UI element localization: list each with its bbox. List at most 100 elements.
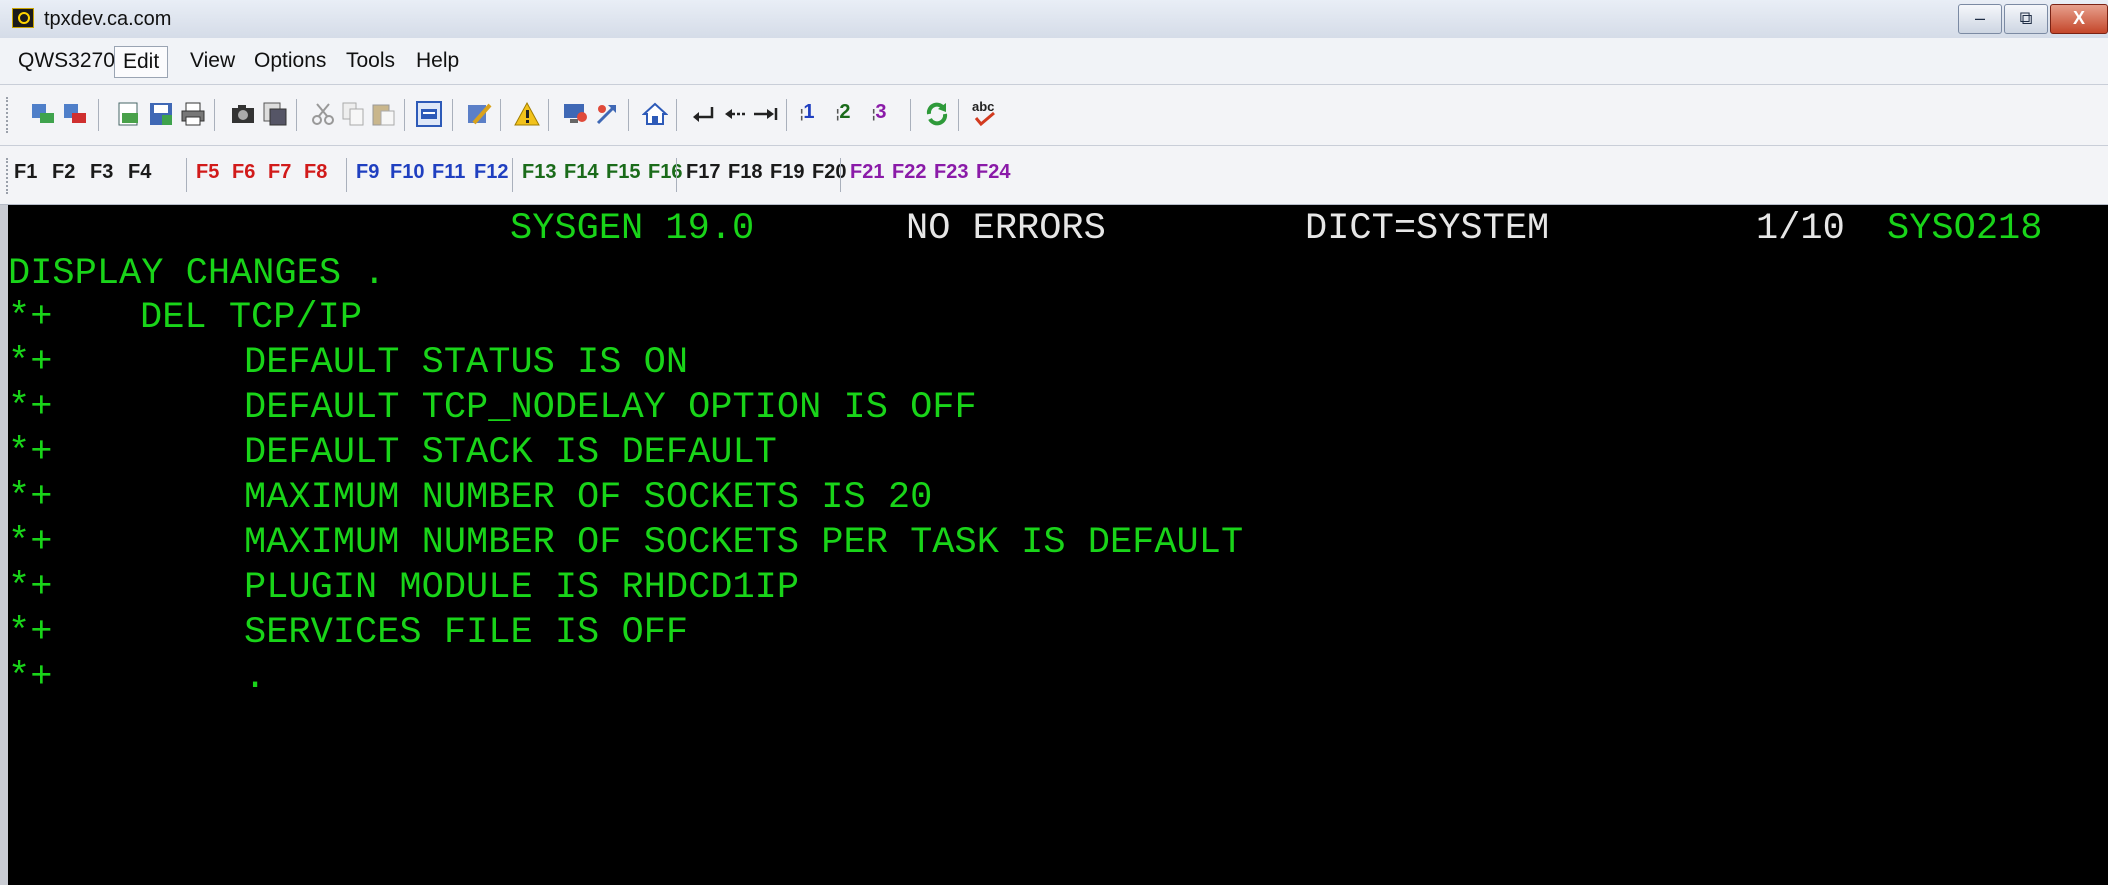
change-line-text: DEFAULT STACK IS DEFAULT [244,432,777,474]
terminal-screen[interactable]: SYSGEN 19.0 NO ERRORS DICT=SYSTEM 1/10 S… [0,205,2108,885]
menu-options[interactable]: Options [246,46,334,76]
fkey-f17-button[interactable]: F17 [686,161,720,184]
copy-icon[interactable] [340,101,366,127]
function-key-bar: F1 F2 F3 F4 F5 F6 F7 F8 F9 F10 F11 F12 F13 F14 F15 F16 F… [0,146,2108,205]
enter-icon[interactable] [690,101,716,127]
connect-icon[interactable] [30,101,56,127]
change-line-text: . [244,657,267,699]
warning-icon[interactable] [514,101,540,127]
fkey-f1-button[interactable]: F1 [14,161,37,184]
change-line-text: MAXIMUM NUMBER OF SOCKETS PER TASK IS DE… [244,522,1244,564]
header-page: 1/10 [1756,208,1845,250]
title-bar: tpxdev.ca.com – ⧉ X [0,0,2108,39]
transfer-icon[interactable] [594,101,620,127]
home-icon[interactable] [641,101,669,127]
close-icon: X [2072,8,2085,28]
command-line[interactable]: DISPLAY CHANGES . [8,252,385,296]
fkey-f15-button[interactable]: F15 [606,161,640,184]
fkey-f8-button[interactable]: F8 [304,161,327,184]
close-button[interactable]: X [2050,4,2108,34]
fkey-f4-button[interactable]: F4 [128,161,151,184]
fkey-separator [676,158,677,192]
fkey-f7-button[interactable]: F7 [268,161,291,184]
line-prefix: *+ [8,567,53,609]
toolbar-grip[interactable] [6,97,11,133]
cut-icon[interactable] [310,101,336,127]
minimize-button[interactable]: – [1958,4,2002,34]
toolbar: ¦1 ¦2 ¦3 abc [0,85,2108,146]
fkey-separator [512,158,513,192]
spellcheck-icon[interactable]: abc [970,99,1000,127]
disconnect-icon[interactable] [62,101,88,127]
keyboard-icon[interactable] [416,101,442,127]
fkey-f12-button[interactable]: F12 [474,161,508,184]
toolbar-separator [452,99,453,131]
fkey-f6-button[interactable]: F6 [232,161,255,184]
header-msgid: SYSO218 [1887,208,2043,250]
fkey-f5-button[interactable]: F5 [196,161,219,184]
menu-qws3270[interactable]: QWS3270 [10,46,123,76]
change-line-text: DEL TCP/IP [140,297,363,339]
fkey-f3-button[interactable]: F3 [90,161,113,184]
field-back-icon[interactable] [722,101,748,127]
pa3-icon[interactable]: ¦3 [872,101,902,127]
toolbar-separator [98,99,99,131]
header-dict: DICT=SYSTEM [1305,208,1550,250]
fkey-f13-button[interactable]: F13 [522,161,556,184]
fkeybar-grip[interactable] [6,158,11,194]
header-status: NO ERRORS [906,208,1106,250]
fkey-f18-button[interactable]: F18 [728,161,762,184]
change-line-text: MAXIMUM NUMBER OF SOCKETS IS 20 [244,477,933,519]
copy-screen-icon[interactable] [262,101,288,127]
qws3270-app-icon[interactable] [12,8,34,28]
fkey-f9-button[interactable]: F9 [356,161,379,184]
line-prefix: *+ [8,432,53,474]
line-prefix: *+ [8,612,53,654]
terminal-window: tpxdev.ca.com – ⧉ X QWS3270 Edit View Op… [0,0,2108,885]
fkey-f19-button[interactable]: F19 [770,161,804,184]
field-tab-icon[interactable] [752,101,778,127]
monitor-icon[interactable] [562,101,588,127]
macro-icon[interactable] [466,101,492,127]
print-icon[interactable] [180,101,206,127]
fkey-f16-button[interactable]: F16 [648,161,682,184]
fkey-f14-button[interactable]: F14 [564,161,598,184]
open-session-icon[interactable] [116,101,142,127]
toolbar-separator [500,99,501,131]
fkey-f23-button[interactable]: F23 [934,161,968,184]
menu-edit[interactable]: Edit [114,46,169,78]
change-line-text: DEFAULT STATUS IS ON [244,342,689,384]
fkey-f21-button[interactable]: F21 [850,161,884,184]
camera-icon[interactable] [230,101,256,127]
line-prefix: *+ [8,522,53,564]
fkey-f20-button[interactable]: F20 [812,161,846,184]
paste-icon[interactable] [370,101,396,127]
fkey-f2-button[interactable]: F2 [52,161,75,184]
save-session-icon[interactable] [148,101,174,127]
fkey-f24-button[interactable]: F24 [976,161,1010,184]
pa2-label: 2 [839,101,851,123]
fkey-separator [186,158,187,192]
fkey-f10-button[interactable]: F10 [390,161,424,184]
line-prefix: *+ [8,297,53,339]
minimize-icon: – [1974,8,1985,28]
fkey-f22-button[interactable]: F22 [892,161,926,184]
menu-tools[interactable]: Tools [338,46,403,76]
change-line-text: PLUGIN MODULE IS RHDCD1IP [244,567,800,609]
pa1-label: 1 [803,101,815,123]
line-prefix: *+ [8,477,53,519]
toolbar-separator [786,99,787,131]
maximize-button[interactable]: ⧉ [2004,4,2048,34]
fkey-f11-button[interactable]: F11 [432,161,465,184]
toolbar-separator [958,99,959,131]
toolbar-separator [628,99,629,131]
line-prefix: *+ [8,387,53,429]
menu-help[interactable]: Help [408,46,467,76]
pa1-icon[interactable]: ¦1 [800,101,830,127]
refresh-icon[interactable] [924,101,950,127]
pa2-icon[interactable]: ¦2 [836,101,866,127]
menu-view[interactable]: View [182,46,243,76]
toolbar-separator [214,99,215,131]
maximize-icon: ⧉ [2019,8,2033,28]
toolbar-separator [548,99,549,131]
